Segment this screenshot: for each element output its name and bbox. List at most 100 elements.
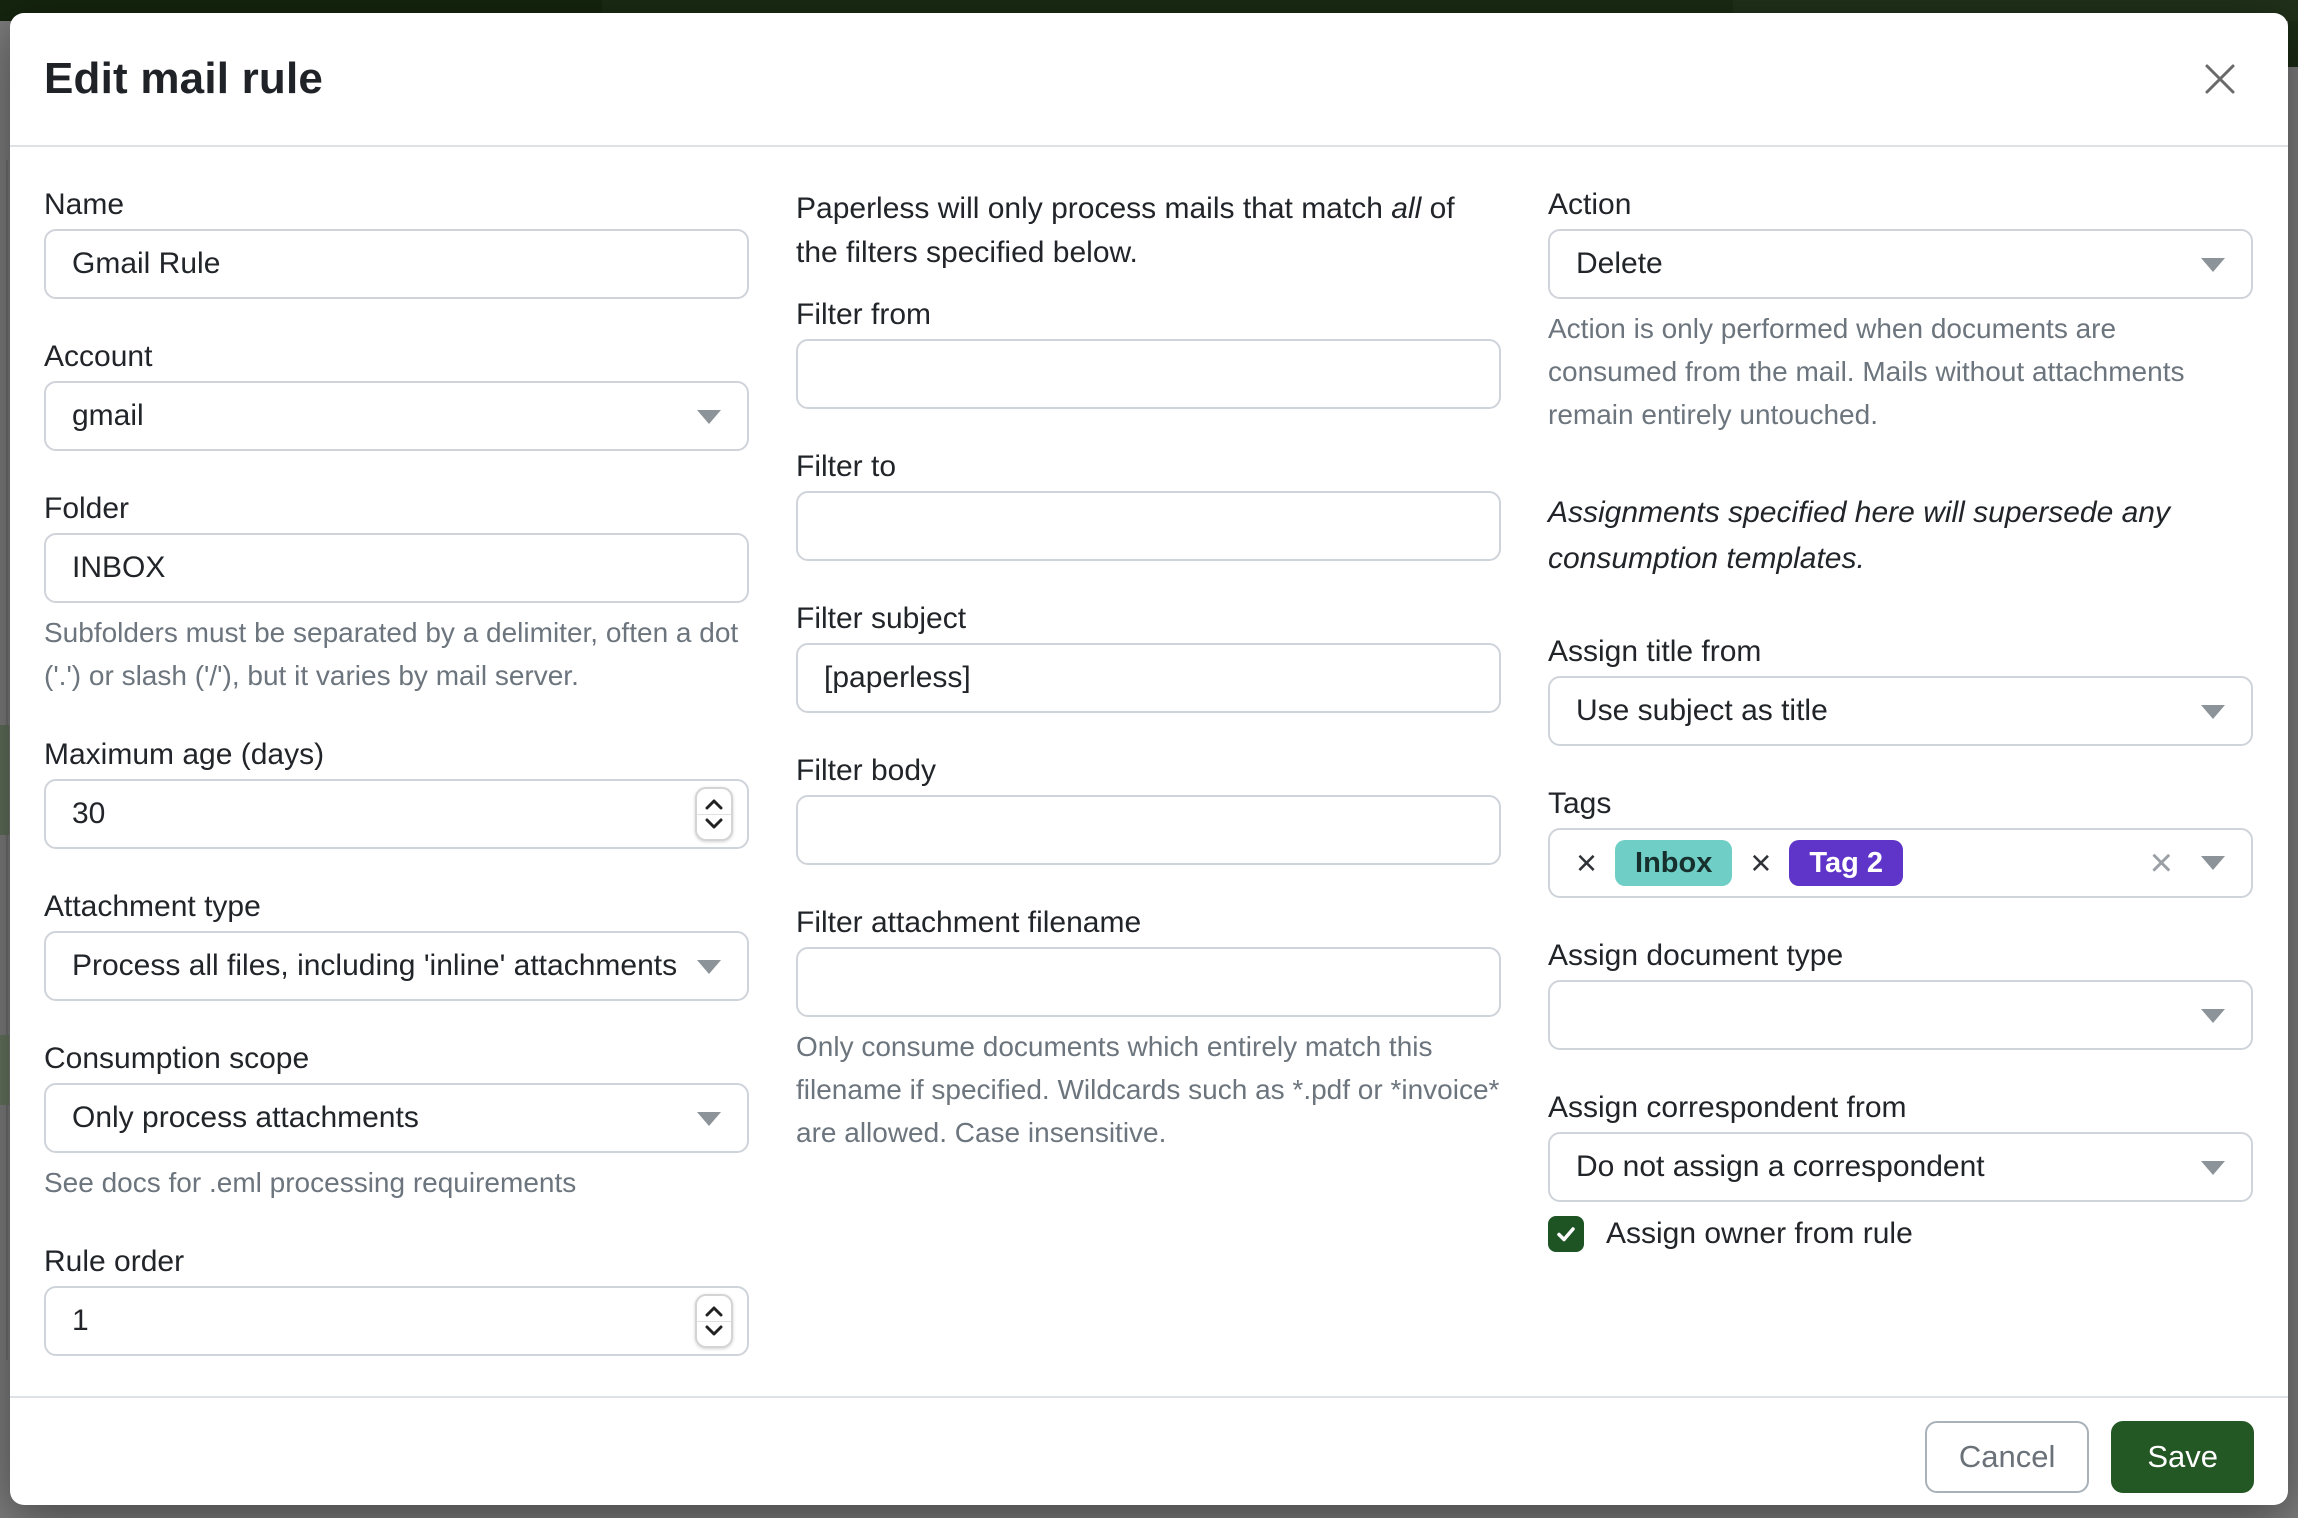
consumption-scope-label: Consumption scope [44,1041,749,1077]
filter-attachment-filename-group: Filter attachment filename Only consume … [796,905,1501,1154]
filter-from-input[interactable] [796,339,1501,409]
rule-order-field: 1 [44,1286,749,1356]
name-group: Name [44,187,749,299]
filters-intro-text: Paperless will only process mails that m… [796,187,1501,275]
tags-select[interactable]: × Inbox × Tag 2 × [1548,828,2253,898]
chevron-down-icon [2201,856,2225,870]
close-button[interactable] [2192,51,2248,107]
assign-document-type-select[interactable] [1548,980,2253,1050]
filter-body-group: Filter body [796,753,1501,865]
max-age-group: Maximum age (days) 30 [44,737,749,849]
stepper-down-icon [705,1325,723,1337]
action-selected-value: Delete [1576,247,1663,281]
max-age-field: 30 [44,779,749,849]
assign-title-from-label: Assign title from [1548,634,2253,670]
filter-attachment-filename-hint: Only consume documents which entirely ma… [796,1025,1501,1154]
assign-document-type-group: Assign document type [1548,938,2253,1050]
tag-chip-tag2: Tag 2 [1789,840,1903,886]
stepper-up-icon [705,1305,723,1317]
remove-tag-2-icon[interactable]: × [1750,845,1771,881]
filter-attachment-filename-label: Filter attachment filename [796,905,1501,941]
stepper-down-icon [705,818,723,830]
name-input[interactable] [44,229,749,299]
column-actions: Action Delete Action is only performed w… [1548,187,2253,1396]
dialog-header: Edit mail rule [10,13,2288,147]
filter-to-label: Filter to [796,449,1501,485]
attachment-type-group: Attachment type Process all files, inclu… [44,889,749,1001]
folder-hint: Subfolders must be separated by a delimi… [44,611,749,697]
filter-subject-label: Filter subject [796,601,1501,637]
tags-group: Tags × Inbox × Tag 2 × [1548,786,2253,898]
assign-correspondent-from-label: Assign correspondent from [1548,1090,2253,1126]
filter-body-input[interactable] [796,795,1501,865]
assign-title-from-group: Assign title from Use subject as title [1548,634,2253,746]
edit-mail-rule-dialog: Edit mail rule Name Account [10,13,2288,1505]
assign-correspondent-from-select[interactable]: Do not assign a correspondent [1548,1132,2253,1202]
rule-order-stepper[interactable] [695,1294,733,1348]
filter-to-input[interactable] [796,491,1501,561]
filter-subject-input[interactable] [796,643,1501,713]
assignments-note: Assignments specified here will supersed… [1548,490,2253,582]
assign-owner-checkbox[interactable] [1548,1216,1584,1252]
screen: Edit mail rule Name Account [0,0,2298,1518]
account-selected-value: gmail [72,399,144,433]
chevron-down-icon [697,1112,721,1126]
consumption-scope-selected-value: Only process attachments [72,1101,419,1135]
tags-label: Tags [1548,786,2253,822]
max-age-stepper[interactable] [695,787,733,841]
clear-tags-icon[interactable]: × [2150,843,2173,883]
chevron-down-icon [2201,1161,2225,1175]
column-filters: Paperless will only process mails that m… [796,187,1501,1396]
filter-to-group: Filter to [796,449,1501,561]
column-general: Name Account gmail Folder Subfolders mus… [44,187,749,1396]
consumption-scope-select[interactable]: Only process attachments [44,1083,749,1153]
chevron-down-icon [2201,705,2225,719]
action-hint: Action is only performed when documents … [1548,307,2253,436]
chevron-down-icon [697,410,721,424]
background-navbar-edge [2288,21,2298,67]
assign-title-from-select[interactable]: Use subject as title [1548,676,2253,746]
dialog-body: Name Account gmail Folder Subfolders mus… [10,147,2288,1396]
account-label: Account [44,339,749,375]
cancel-button[interactable]: Cancel [1925,1421,2090,1493]
max-age-value: 30 [72,797,105,831]
filter-attachment-filename-input[interactable] [796,947,1501,1017]
attachment-type-select[interactable]: Process all files, including 'inline' at… [44,931,749,1001]
action-group: Action Delete Action is only performed w… [1548,187,2253,436]
assign-owner-checkbox-row[interactable]: Assign owner from rule [1548,1216,2253,1252]
action-select[interactable]: Delete [1548,229,2253,299]
rule-order-label: Rule order [44,1244,749,1280]
name-label: Name [44,187,749,223]
attachment-type-label: Attachment type [44,889,749,925]
assign-document-type-label: Assign document type [1548,938,2253,974]
chevron-down-icon [697,960,721,974]
dialog-footer: Cancel Save [10,1396,2288,1516]
consumption-scope-group: Consumption scope Only process attachmen… [44,1041,749,1204]
remove-tag-inbox-icon[interactable]: × [1576,845,1597,881]
dialog-title: Edit mail rule [44,54,323,104]
chevron-down-icon [2201,258,2225,272]
filter-from-group: Filter from [796,297,1501,409]
action-label: Action [1548,187,2253,223]
folder-group: Folder Subfolders must be separated by a… [44,491,749,697]
attachment-type-selected-value: Process all files, including 'inline' at… [72,949,677,983]
filter-from-label: Filter from [796,297,1501,333]
folder-input[interactable] [44,533,749,603]
save-button[interactable]: Save [2111,1421,2254,1493]
consumption-scope-hint: See docs for .eml processing requirement… [44,1161,749,1204]
background-page-fragment [0,1035,9,1105]
filter-body-label: Filter body [796,753,1501,789]
assign-owner-label: Assign owner from rule [1606,1217,1913,1251]
rule-order-group: Rule order 1 [44,1244,749,1356]
check-icon [1554,1222,1578,1246]
chevron-down-icon [2201,1009,2225,1023]
assign-correspondent-from-selected-value: Do not assign a correspondent [1576,1150,1985,1184]
filter-subject-group: Filter subject [796,601,1501,713]
folder-label: Folder [44,491,749,527]
tag-chip-inbox: Inbox [1615,840,1732,886]
account-select[interactable]: gmail [44,381,749,451]
account-group: Account gmail [44,339,749,451]
close-icon [2203,62,2237,96]
rule-order-value: 1 [72,1304,89,1338]
max-age-label: Maximum age (days) [44,737,749,773]
